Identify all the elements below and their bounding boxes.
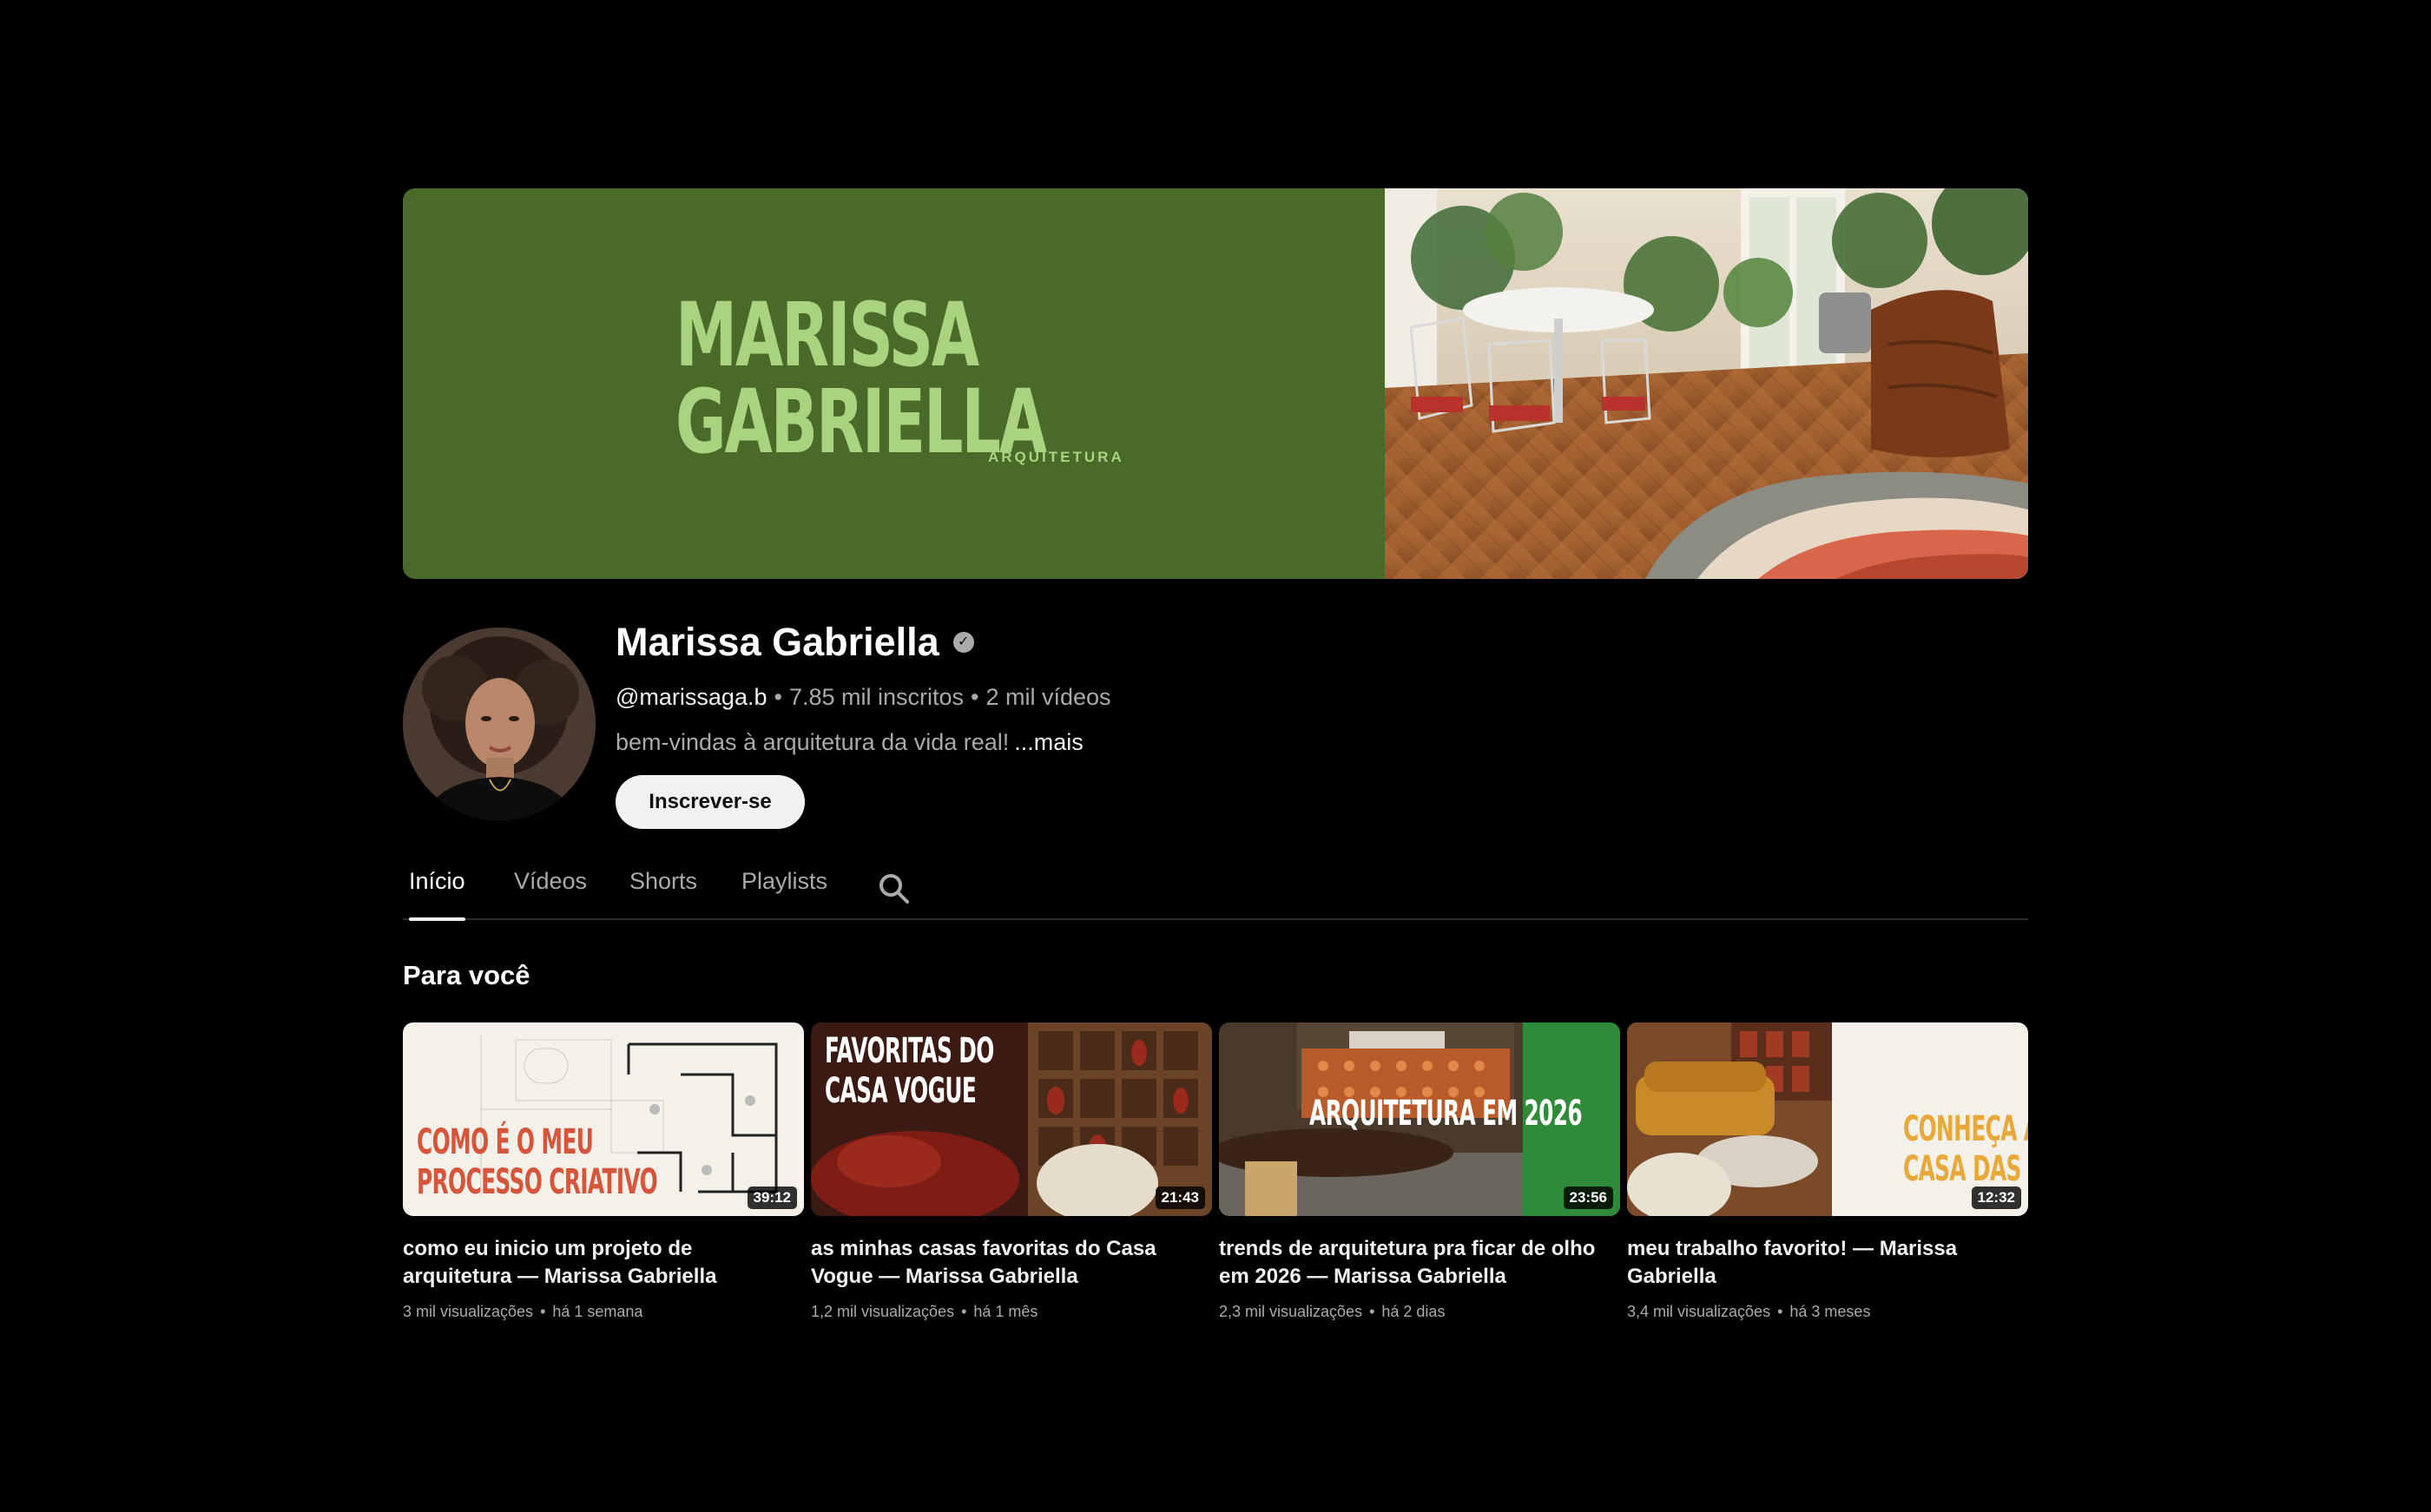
- banner-interior-photo: [1385, 188, 2028, 579]
- video-duration: 21:43: [1155, 1187, 1205, 1209]
- section-title: Para você: [403, 960, 530, 990]
- video-views: 1,2 mil visualizações: [811, 1303, 955, 1320]
- tab-inicio[interactable]: Início: [409, 868, 465, 921]
- description-more-link[interactable]: ...mais: [1014, 729, 1084, 755]
- video-title[interactable]: trends de arquitetura pra ficar de olho …: [1219, 1235, 1620, 1291]
- video-age: há 1 semana: [552, 1303, 643, 1320]
- video-title[interactable]: como eu inicio um projeto de arquitetura…: [403, 1235, 804, 1291]
- thumbnail-caption-line1: CONHEÇA A: [1903, 1109, 2028, 1149]
- video-views: 3,4 mil visualizações: [1627, 1303, 1771, 1320]
- verified-check-icon: ✓: [952, 632, 974, 653]
- thumbnail-caption: CONHEÇA A CASA DAS CORES: [1903, 1109, 2028, 1189]
- video-card[interactable]: COMO É O MEU PROCESSO CRIATIVO 39:12 com…: [403, 1022, 804, 1321]
- channel-avatar[interactable]: [403, 628, 596, 820]
- video-age: há 1 mês: [973, 1303, 1038, 1320]
- subscribe-button[interactable]: Inscrever-se: [616, 775, 805, 829]
- thumbnail-caption: ARQUITETURA EM 2026: [1309, 1094, 1583, 1134]
- video-card[interactable]: FAVORITAS DO CASA VOGUE 21:43 as minhas …: [811, 1022, 1212, 1321]
- video-views: 2,3 mil visualizações: [1219, 1303, 1363, 1320]
- thumbnail-caption: COMO É O MEU PROCESSO CRIATIVO: [417, 1122, 658, 1202]
- video-title[interactable]: as minhas casas favoritas do Casa Vogue …: [811, 1235, 1212, 1291]
- channel-handle: @marissaga.b: [616, 684, 768, 710]
- channel-description-text: bem-vindas à arquitetura da vida real!: [616, 729, 1010, 755]
- meta-separator: •: [540, 1303, 546, 1320]
- banner-subtitle: ARQUITETURA: [988, 449, 1124, 465]
- channel-meta: @marissaga.b • 7.85 mil inscritos • 2 mil ví…: [616, 682, 1111, 712]
- video-age: há 2 dias: [1381, 1303, 1446, 1320]
- banner-title: MARISSA GABRIELLA: [675, 284, 1047, 467]
- video-meta: 1,2 mil visualizações • há 1 mês: [811, 1303, 1212, 1321]
- banner-brand-panel: MARISSA GABRIELLA ARQUITETURA: [403, 188, 1385, 579]
- thumbnail-caption-line1: FAVORITAS DO: [825, 1031, 994, 1071]
- channel-name-text: Marissa Gabriella: [616, 620, 939, 664]
- tab-shorts[interactable]: Shorts: [629, 868, 697, 919]
- subscriber-count: 7.85 mil inscritos: [788, 684, 965, 710]
- thumbnail-caption-line2: CASA VOGUE: [825, 1071, 977, 1111]
- meta-separator: •: [1369, 1303, 1375, 1320]
- video-card[interactable]: ARQUITETURA EM 2026 23:56 trends de arqu…: [1219, 1022, 1620, 1321]
- video-thumbnail[interactable]: COMO É O MEU PROCESSO CRIATIVO 39:12: [403, 1022, 804, 1216]
- meta-separator: •: [971, 684, 979, 710]
- thumbnail-caption: FAVORITAS DO CASA VOGUE: [825, 1031, 994, 1111]
- meta-separator: •: [961, 1303, 967, 1320]
- thumbnail-caption-line2: CASA DAS CORES: [1903, 1149, 2028, 1189]
- video-count: 2 mil vídeos: [985, 684, 1111, 710]
- video-thumbnail[interactable]: CONHEÇA A CASA DAS CORES 12:32: [1627, 1022, 2028, 1216]
- tab-playlists[interactable]: Playlists: [741, 868, 827, 919]
- video-thumbnail[interactable]: FAVORITAS DO CASA VOGUE 21:43: [811, 1022, 1212, 1216]
- channel-search-icon[interactable]: [875, 870, 913, 908]
- banner-title-line1: MARISSA: [675, 284, 979, 387]
- channel-description[interactable]: bem-vindas à arquitetura da vida real!..…: [616, 727, 1084, 757]
- video-title[interactable]: meu trabalho favorito! — Marissa Gabriel…: [1627, 1235, 2028, 1291]
- channel-tabs: Início Vídeos Shorts Playlists: [403, 859, 2028, 921]
- meta-separator: •: [1777, 1303, 1783, 1320]
- video-card[interactable]: CONHEÇA A CASA DAS CORES 12:32 meu traba…: [1627, 1022, 2028, 1321]
- video-views: 3 mil visualizações: [403, 1303, 534, 1320]
- thumbnail-caption-line1: ARQUITETURA EM 2026: [1309, 1094, 1583, 1134]
- video-duration: 23:56: [1563, 1187, 1613, 1209]
- video-duration: 39:12: [747, 1187, 797, 1209]
- video-thumbnail[interactable]: ARQUITETURA EM 2026 23:56: [1219, 1022, 1620, 1216]
- video-age: há 3 meses: [1789, 1303, 1871, 1320]
- channel-name: Marissa Gabriella ✓: [616, 618, 974, 667]
- video-meta: 2,3 mil visualizações • há 2 dias: [1219, 1303, 1620, 1321]
- meta-separator: •: [774, 684, 782, 710]
- video-meta: 3 mil visualizações • há 1 semana: [403, 1303, 804, 1321]
- tab-videos[interactable]: Vídeos: [514, 868, 587, 919]
- channel-banner: MARISSA GABRIELLA ARQUITETURA: [403, 188, 2028, 579]
- thumbnail-caption-line1: COMO É O MEU: [417, 1122, 594, 1162]
- video-duration: 12:32: [1971, 1187, 2021, 1209]
- thumbnail-caption-line2: PROCESSO CRIATIVO: [417, 1162, 658, 1202]
- video-meta: 3,4 mil visualizações • há 3 meses: [1627, 1303, 2028, 1321]
